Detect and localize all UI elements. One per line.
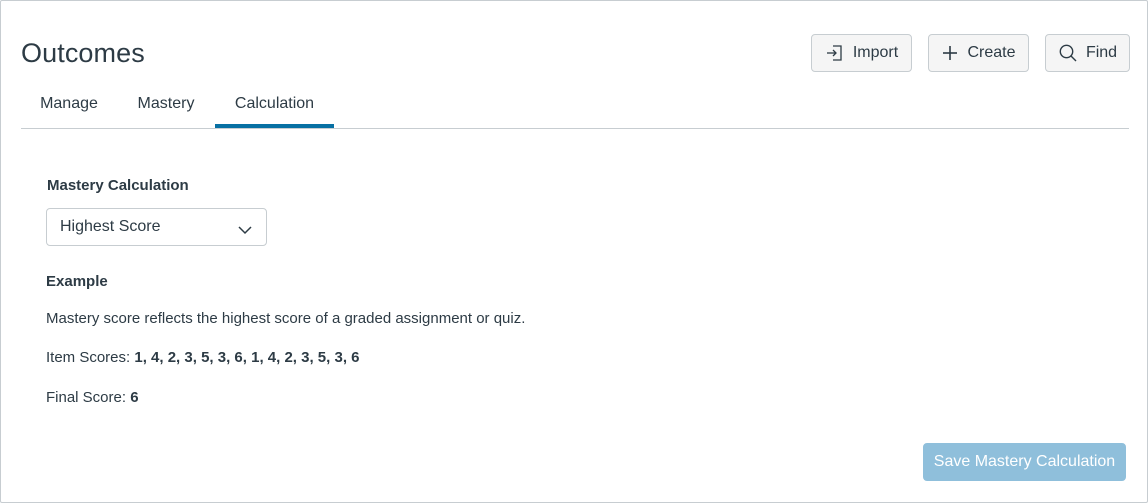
import-icon xyxy=(825,43,845,63)
search-icon xyxy=(1058,43,1078,63)
create-button-label: Create xyxy=(967,44,1016,61)
tab-manage[interactable]: Manage xyxy=(21,89,117,128)
create-button[interactable]: Create xyxy=(928,34,1029,72)
page-title: Outcomes xyxy=(21,38,145,68)
tab-manage-label: Manage xyxy=(40,95,98,112)
tab-calculation-label: Calculation xyxy=(234,95,315,112)
find-button-label: Find xyxy=(1085,44,1118,61)
tab-mastery-label: Mastery xyxy=(137,95,195,112)
item-scores-label: Item Scores: xyxy=(46,349,135,366)
import-button[interactable]: Import xyxy=(811,34,912,72)
save-mastery-calculation-button[interactable]: Save Mastery Calculation xyxy=(923,443,1126,481)
final-score-value: 6 xyxy=(130,389,139,406)
chevron-down-icon xyxy=(238,222,252,240)
outcomes-panel: Outcomes Import Create Find Manage Maste… xyxy=(0,0,1148,503)
mastery-calculation-label: Mastery Calculation xyxy=(47,177,189,194)
active-tab-indicator xyxy=(215,124,334,128)
mastery-calculation-select[interactable]: Highest Score xyxy=(46,208,267,246)
tab-mastery[interactable]: Mastery xyxy=(117,89,215,128)
plus-icon xyxy=(941,44,959,62)
select-value: Highest Score xyxy=(60,218,161,235)
outcomes-tabs: Manage Mastery Calculation xyxy=(21,89,1129,129)
find-button[interactable]: Find xyxy=(1045,34,1130,72)
import-button-label: Import xyxy=(852,44,899,61)
example-heading: Example xyxy=(46,273,108,290)
tab-calculation[interactable]: Calculation xyxy=(215,89,334,128)
item-scores-line: Item Scores: 1, 4, 2, 3, 5, 3, 6, 1, 4, … xyxy=(46,349,360,366)
final-score-line: Final Score: 6 xyxy=(46,389,139,406)
final-score-label: Final Score: xyxy=(46,389,131,406)
item-scores-value: 1, 4, 2, 3, 5, 3, 6, 1, 4, 2, 3, 5, 3, 6 xyxy=(134,349,360,366)
example-description: Mastery score reflects the highest score… xyxy=(46,310,526,327)
